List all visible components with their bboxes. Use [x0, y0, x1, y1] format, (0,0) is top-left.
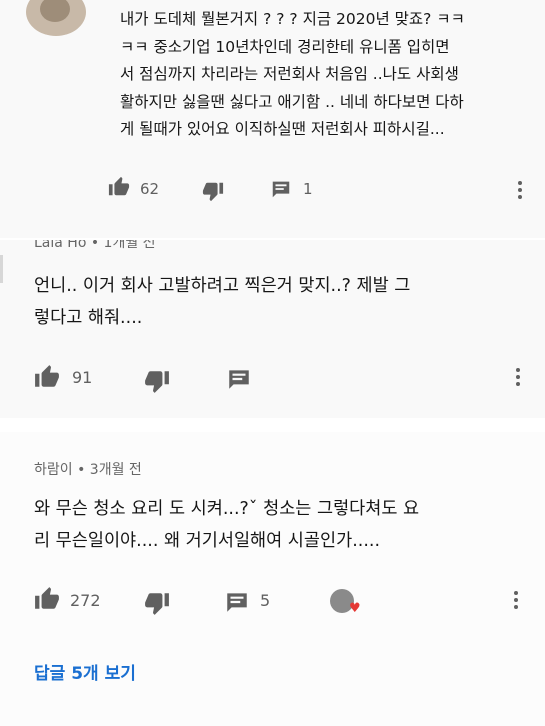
comment-text: 언니.. 이거 회사 고발하려고 찍은거 맞지..? 제발 그 렇다고 해줘..…: [34, 276, 411, 328]
reply-count: 1: [303, 180, 313, 198]
comment-icon[interactable]: [224, 589, 250, 615]
more-vert-icon[interactable]: [516, 368, 520, 389]
comment-text: 내가 도데체 뭘본거지 ? ? ? 지금 2020년 맞죠? ㅋㅋ ㅋㅋ 중소기…: [120, 10, 465, 138]
avatar[interactable]: [26, 0, 86, 36]
thumbs-down-icon[interactable]: [144, 590, 170, 616]
author-name[interactable]: 하람이: [34, 462, 73, 478]
comment-time: • 3개월 전: [77, 462, 142, 478]
author-name[interactable]: Lala Ho: [34, 240, 86, 251]
comment-meta: Lala Ho • 1개월 전: [34, 240, 156, 252]
thumbs-down-icon[interactable]: [144, 368, 170, 394]
like-count: 272: [70, 591, 101, 610]
like-count: 91: [72, 368, 93, 387]
more-vert-icon[interactable]: [514, 591, 518, 612]
divider: [0, 255, 3, 283]
view-replies-link[interactable]: 답글 5개 보기: [34, 659, 136, 684]
thumbs-up-icon[interactable]: [34, 586, 60, 612]
like-count: 62: [140, 180, 160, 198]
comment-time: • 1개월 전: [90, 240, 156, 251]
thumbs-down-icon[interactable]: [202, 180, 224, 202]
comment-icon[interactable]: [270, 178, 292, 200]
reply-count: 5: [260, 591, 271, 610]
comment-text: 와 무슨 청소 요리 도 시켜...?ˇ 청소는 그렇다쳐도 요 리 무슨일이야…: [34, 499, 420, 551]
comment-icon[interactable]: [226, 366, 252, 392]
thumbs-up-icon[interactable]: [108, 176, 130, 198]
thumbs-up-icon[interactable]: [34, 364, 60, 390]
heart-icon: ♥: [349, 601, 361, 616]
comment-meta: 하람이 • 3개월 전: [34, 459, 142, 479]
more-vert-icon[interactable]: [518, 181, 522, 202]
